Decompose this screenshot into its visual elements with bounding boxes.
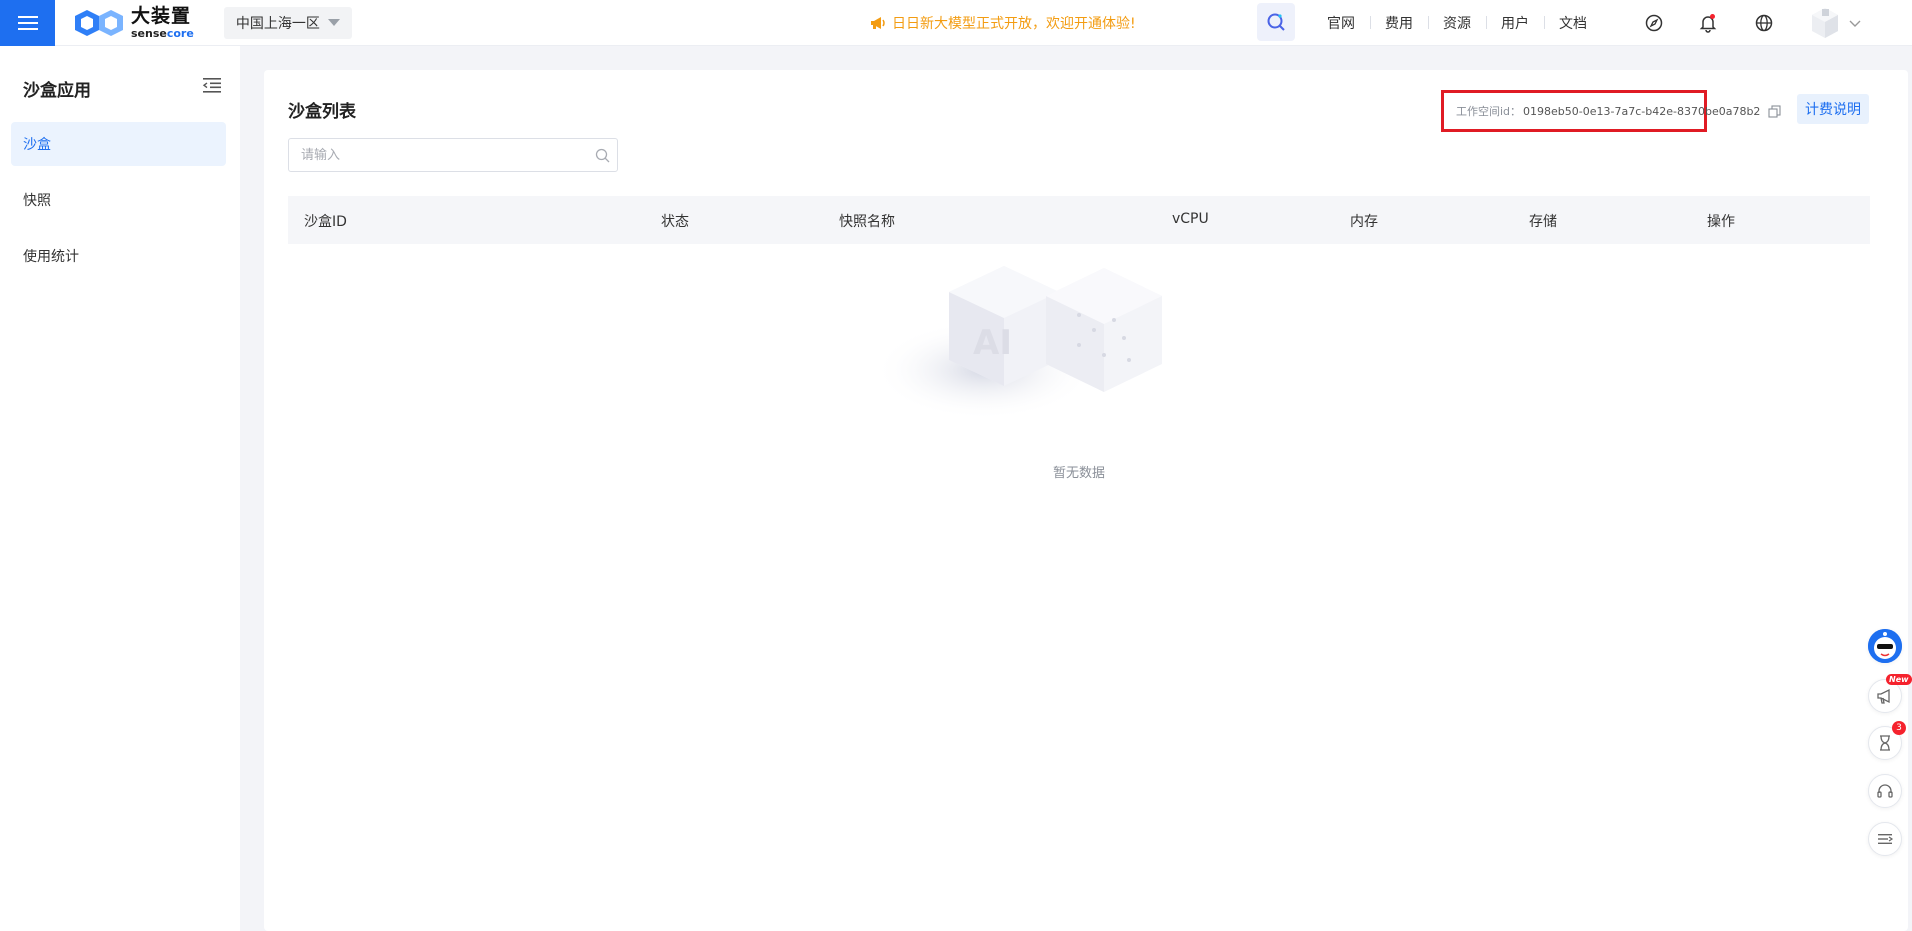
- nav-item-users[interactable]: 用户: [1486, 13, 1544, 33]
- chevron-down-icon: [1849, 20, 1861, 27]
- empty-state-text: 暂无数据: [1052, 466, 1105, 481]
- announcement-button[interactable]: New: [1868, 674, 1912, 713]
- column-header-storage: 存储: [1529, 214, 1557, 230]
- new-badge: New: [1886, 674, 1912, 685]
- main-card: 沙盒列表 工作空间id： 0198eb50-0e13-7a7c-b42e-837…: [264, 70, 1908, 931]
- task-count-badge: 3: [1892, 721, 1906, 735]
- workspace-id-label: 工作空间id：: [1456, 105, 1522, 118]
- page-title: 沙盒列表: [288, 102, 356, 122]
- sidebar-title: 沙盒应用: [23, 81, 91, 101]
- globe-icon: [1755, 14, 1773, 32]
- nav-item-docs[interactable]: 文档: [1544, 13, 1602, 33]
- logo-title: 大装置: [131, 4, 192, 27]
- empty-data-illustration: AI: [874, 266, 1162, 420]
- column-header-snapshot-name: 快照名称: [839, 214, 895, 230]
- sensecore-logo-icon: [75, 9, 123, 36]
- column-header-sandbox-id: 沙盒ID: [304, 214, 347, 230]
- column-header-memory: 内存: [1350, 214, 1378, 230]
- illustration-ai-text: AI: [973, 323, 1012, 363]
- hourglass-icon: [1880, 735, 1890, 751]
- language-button[interactable]: [1750, 9, 1778, 37]
- collapse-menu-icon: [202, 78, 221, 93]
- menu-button[interactable]: [0, 0, 55, 46]
- logo[interactable]: 大装置 sensecore: [73, 0, 194, 46]
- top-nav: 官网 费用 资源 用户 文档: [1312, 0, 1602, 46]
- customer-service-button[interactable]: [1868, 774, 1902, 808]
- megaphone-icon: [1877, 688, 1890, 704]
- notification-button[interactable]: [1694, 9, 1722, 37]
- search-input[interactable]: [289, 140, 587, 170]
- column-header-vcpu: vCPU: [1172, 211, 1209, 227]
- region-selector[interactable]: 中国上海一区: [223, 6, 352, 39]
- nav-item-billing[interactable]: 费用: [1370, 13, 1428, 33]
- headset-icon: [1877, 784, 1893, 798]
- search-box: [288, 138, 618, 172]
- tasks-button[interactable]: 3: [1868, 721, 1906, 760]
- sidebar-item-label: 沙盒: [23, 137, 51, 153]
- column-header-status: 状态: [661, 214, 689, 230]
- workspace-id-box: 工作空间id： 0198eb50-0e13-7a7c-b42e-8370be0a…: [1441, 90, 1781, 132]
- sidebar-item-sandbox[interactable]: 沙盒: [11, 122, 226, 166]
- ai-search-button[interactable]: [1257, 3, 1295, 41]
- avatar: [1812, 8, 1838, 38]
- top-header: 大装置 sensecore 中国上海一区 日日新大模型正式开放，欢迎开通体验! …: [0, 0, 1912, 46]
- collapse-sidebar-button[interactable]: [202, 76, 222, 98]
- compass-icon: [1645, 14, 1663, 32]
- compass-button[interactable]: [1640, 9, 1668, 37]
- nav-item-resources[interactable]: 资源: [1428, 13, 1486, 33]
- megaphone-icon: [871, 17, 885, 29]
- announcement-text: 日日新大模型正式开放，欢迎开通体验!: [892, 16, 1136, 32]
- column-header-actions: 操作: [1707, 214, 1735, 230]
- sidebar-item-label: 快照: [23, 193, 51, 209]
- sidebar-item-snapshot[interactable]: 快照: [11, 178, 226, 222]
- more-menu-button[interactable]: [1868, 822, 1902, 856]
- logo-subtitle: sensecore: [131, 26, 194, 40]
- announcement-banner[interactable]: 日日新大模型正式开放，欢迎开通体验!: [870, 0, 1136, 46]
- assistant-button[interactable]: [1868, 629, 1902, 663]
- billing-info-button[interactable]: 计费说明: [1797, 94, 1869, 124]
- user-menu[interactable]: [1810, 4, 1862, 42]
- sidebar: 沙盒应用 沙盒 快照 使用统计: [0, 46, 240, 931]
- search-icon[interactable]: [587, 148, 617, 163]
- hamburger-icon: [17, 15, 38, 30]
- nav-item-official-site[interactable]: 官网: [1312, 13, 1370, 33]
- region-label: 中国上海一区: [235, 15, 320, 32]
- copy-icon[interactable]: [1768, 104, 1781, 118]
- robot-avatar-icon: [1868, 629, 1902, 663]
- table-header: 沙盒ID 状态 快照名称 vCPU 内存 存储 操作: [288, 196, 1870, 244]
- sidebar-item-usage-stats[interactable]: 使用统计: [11, 234, 226, 278]
- list-menu-icon: [1878, 834, 1894, 844]
- workspace-id-value: 0198eb50-0e13-7a7c-b42e-8370be0a78b2: [1523, 104, 1761, 118]
- sidebar-item-label: 使用统计: [23, 249, 79, 265]
- bell-icon: [1699, 14, 1717, 33]
- caret-down-icon: [327, 19, 340, 26]
- search-icon: [1267, 13, 1285, 31]
